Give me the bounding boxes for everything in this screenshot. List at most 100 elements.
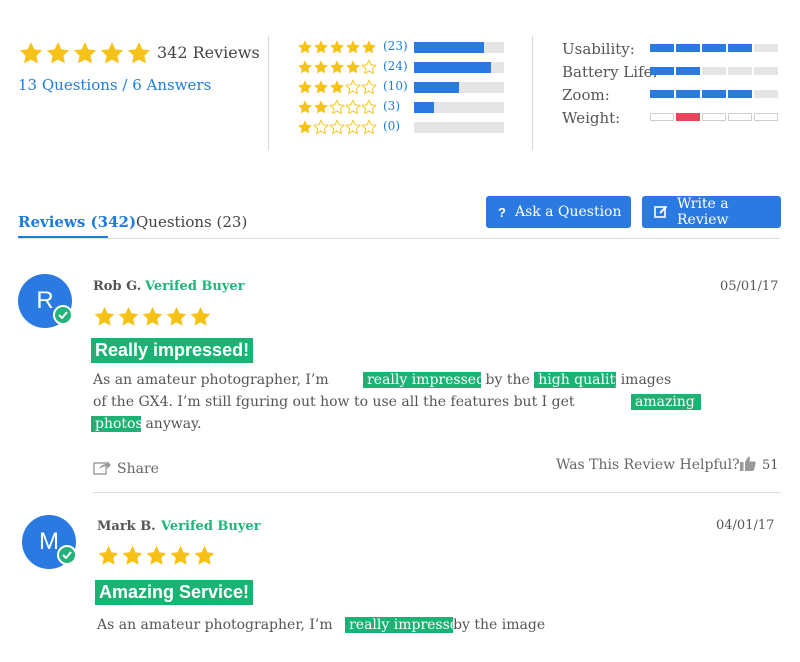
histogram-row-4[interactable]: (24) [297, 58, 507, 76]
attribute-meter [650, 44, 778, 52]
star-empty-icon [361, 99, 377, 115]
histogram-count[interactable]: (24) [383, 59, 408, 73]
star-filled-icon [298, 100, 312, 114]
star-filled-icon [314, 80, 328, 94]
attribute-meter-segment [754, 113, 778, 121]
verified-check-icon [53, 305, 73, 325]
helpful-prompt: Was This Review Helpful? [556, 457, 740, 473]
star-filled-icon [194, 545, 215, 565]
star-filled-icon [346, 60, 360, 74]
share-button[interactable]: Share [93, 459, 159, 479]
histogram-row-5[interactable]: (23) [297, 38, 507, 56]
attribute-meter-segment [676, 113, 700, 121]
highlight: high quality [534, 372, 623, 388]
review-stars [97, 544, 216, 567]
histogram-count[interactable]: (3) [383, 99, 400, 113]
attribute-meter-segment [650, 44, 674, 52]
review-title: Amazing Service! [95, 580, 254, 605]
histogram-row-1[interactable]: (0) [297, 118, 507, 136]
tabs-divider [18, 238, 780, 239]
histogram-count[interactable]: (23) [383, 39, 408, 53]
star-empty-icon [361, 119, 377, 135]
attribute-meter-segment [676, 67, 700, 75]
attribute-label: Usability: [562, 40, 635, 58]
histogram-stars [297, 39, 377, 55]
star-filled-icon [146, 545, 167, 565]
reviews-count: 342 Reviews [157, 43, 260, 62]
histogram-bar [414, 42, 504, 53]
star-filled-icon [298, 80, 312, 94]
review-body: As an amateur photographer, I’m really i… [97, 617, 546, 633]
share-icon [93, 459, 111, 479]
attribute-label: Zoom: [562, 86, 610, 104]
star-filled-icon [314, 60, 328, 74]
histogram-stars [297, 59, 377, 75]
star-filled-icon [46, 42, 70, 64]
attribute-meter-segment [702, 90, 726, 98]
reviewer-name: Mark B. [97, 519, 156, 534]
histogram-count[interactable]: (10) [383, 79, 408, 93]
divider [532, 36, 533, 150]
helpful-vote-button[interactable]: 51 [740, 456, 779, 475]
attribute-meter-segment [754, 90, 778, 98]
thumbs-up-icon [740, 456, 756, 475]
histogram-stars [297, 99, 377, 115]
attribute-meter [650, 67, 778, 75]
tab-reviews[interactable]: Reviews (342) [18, 213, 136, 231]
attribute-meter-segment [702, 113, 726, 121]
attribute-label: Weight: [562, 109, 621, 127]
star-filled-icon [298, 120, 312, 134]
histogram-row-2[interactable]: (3) [297, 98, 507, 116]
highlight: really impressed [345, 617, 467, 633]
ask-question-label: Ask a Question [514, 204, 622, 220]
histogram-stars [297, 79, 377, 95]
write-review-button[interactable]: Write a Review [642, 196, 781, 228]
avatar-initial: M [39, 528, 59, 555]
reviewer-name: Rob G. [93, 279, 142, 294]
histogram-count[interactable]: (0) [383, 119, 400, 133]
share-label: Share [117, 461, 159, 477]
histogram-bar [414, 102, 504, 113]
ask-question-button[interactable]: ? Ask a Question [486, 196, 631, 228]
attribute-meter-segment [676, 90, 700, 98]
star-empty-icon [329, 119, 345, 135]
review-stars [93, 305, 212, 328]
review-body-line: of the GX4. I’m still fguring out how to… [93, 391, 701, 413]
star-empty-icon [361, 79, 377, 95]
star-filled-icon [122, 545, 143, 565]
star-empty-icon [361, 59, 377, 75]
star-filled-icon [127, 42, 151, 64]
histogram-bar [414, 82, 504, 93]
attribute-meter [650, 113, 778, 121]
highlight: amazing [630, 394, 701, 410]
star-empty-icon [345, 119, 361, 135]
star-filled-icon [170, 545, 191, 565]
review-date: 05/01/17 [720, 279, 779, 294]
attribute-meter-segment [754, 44, 778, 52]
star-filled-icon [98, 545, 119, 565]
review-title: Really impressed! [91, 338, 254, 363]
star-filled-icon [298, 60, 312, 74]
helpful-count: 51 [762, 458, 779, 473]
attribute-meter-segment [702, 44, 726, 52]
attribute-meter-segment [728, 113, 752, 121]
star-filled-icon [142, 306, 163, 326]
star-filled-icon [73, 42, 97, 64]
tab-questions[interactable]: Questions (23) [136, 213, 247, 231]
attribute-meter-segment [728, 44, 752, 52]
histogram-bar-fill [414, 82, 459, 93]
histogram-bar-fill [414, 42, 485, 53]
histogram-row-3[interactable]: (10) [297, 78, 507, 96]
star-filled-icon [19, 42, 43, 64]
attribute-label: Battery Life: [562, 63, 658, 81]
review-body-line: photos anyway. [91, 413, 202, 435]
star-filled-icon [118, 306, 139, 326]
review-body: As an amateur photographer, I’m really i… [93, 372, 672, 388]
highlight: really impressed [363, 372, 485, 388]
star-empty-icon [329, 99, 345, 115]
histogram-bar-fill [414, 102, 434, 113]
questions-answers-link[interactable]: 13 Questions / 6 Answers [18, 76, 211, 94]
attribute-meter-segment [702, 67, 726, 75]
star-filled-icon [314, 40, 328, 54]
divider [268, 36, 269, 150]
